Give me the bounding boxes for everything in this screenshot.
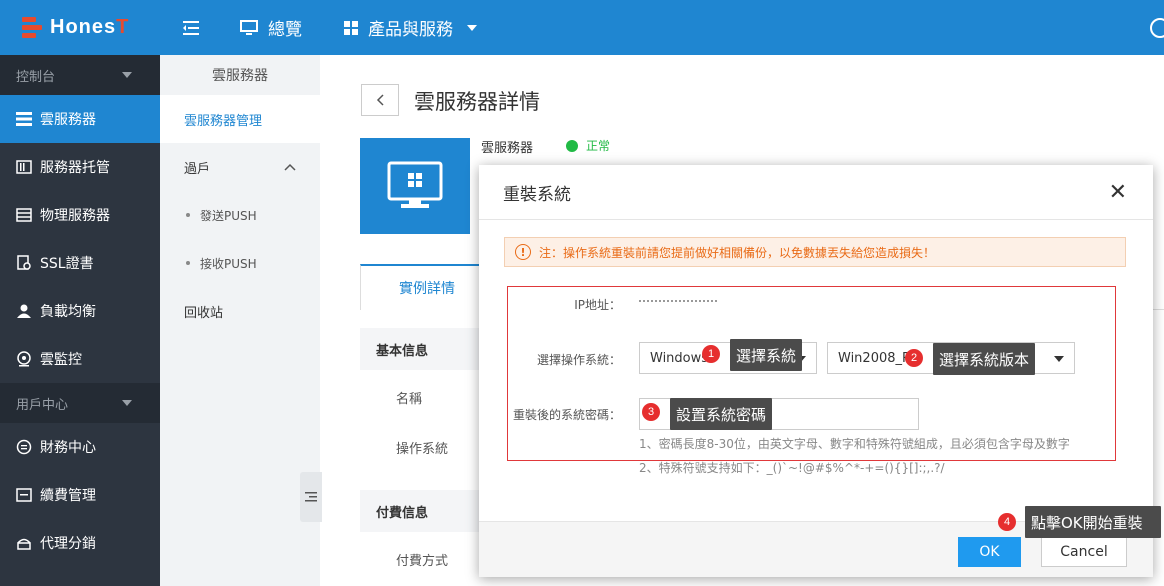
secondary-sidebar: 雲服務器 雲服務器管理 過戶 發送PUSH 接收PUSH 回收站 [160,55,320,586]
top-bar: HonesT 總覽 產品與服務 [0,0,1164,55]
subbar-item-send-push[interactable]: 發送PUSH [160,191,320,239]
close-icon[interactable]: ✕ [1109,180,1127,205]
sidebar-item-ssl[interactable]: SSL證書 [0,239,160,287]
chevron-left-icon [376,94,384,106]
sidebar-item-cloud-server[interactable]: 雲服務器 [0,95,160,143]
chevron-down-icon [467,24,477,31]
row-label-name: 名稱 [396,392,423,407]
rack-icon [16,159,32,175]
annotation-badge-4: 4 [998,513,1016,531]
sidebar-item-colocation[interactable]: 服務器托管 [0,143,160,191]
row-label-os: 操作系統 [396,442,449,457]
tab-instance-details[interactable]: 實例詳情 [360,264,494,310]
annotation-callout-2: 選擇系統版本 [933,343,1036,375]
dialog-title: 重裝系統 [503,184,571,205]
logo-text: HonesT [50,16,130,38]
chevron-down-icon [122,72,132,78]
monitor-icon [240,19,258,36]
sidebar-section-console[interactable]: 控制台 [0,55,160,95]
subbar-item-recycle-bin[interactable]: 回收站 [160,287,320,335]
table-icon [16,207,32,223]
annotation-callout-4: 點擊OK開始重裝 [1025,506,1161,538]
status-badge: 正常 [566,137,610,154]
section-payment-info: 付費信息 [360,490,490,532]
sidebar-item-renewal[interactable]: 續費管理 [0,471,160,519]
server-label: 雲服務器 [481,141,534,156]
chevron-down-icon [122,400,132,406]
subbar-item-receive-push[interactable]: 接收PUSH [160,239,320,287]
password-label: 重裝後的系統密碼： [512,408,621,422]
grid-icon [344,20,358,35]
annotation-badge-2: 2 [905,349,923,367]
sidebar-item-monitor[interactable]: 雲監控 [0,335,160,383]
back-button[interactable] [361,84,399,116]
annotation-badge-1: 1 [702,345,720,363]
cancel-button[interactable]: Cancel [1041,537,1127,567]
server-list-icon [16,111,32,127]
dialog-header: 重裝系統 ✕ [479,165,1153,220]
renew-icon [16,487,32,503]
password-hint-1: 1、密碼長度8-30位，由英文字母、數字和特殊符號組成，且必須包含字母及數字 [639,437,1070,451]
section-basic-info: 基本信息 [360,328,490,370]
subbar-title: 雲服務器 [212,68,268,84]
nav-overview[interactable]: 總覽 [240,0,302,55]
currency-icon [16,439,32,455]
nav-products[interactable]: 產品與服務 [344,0,477,55]
row-label-payment: 付費方式 [396,554,449,569]
os-label: 選擇操作系統： [536,353,621,367]
main-sidebar: 控制台 雲服務器 服務器托管 物理服務器 SSL證書 負載均衡 雲監控 用戶中心… [0,55,160,586]
menu-toggle-icon[interactable] [160,0,222,55]
eye-icon [16,351,32,367]
ip-label: IP地址： [574,298,621,312]
subbar-item-server-manage[interactable]: 雲服務器管理 [160,95,320,143]
sidebar-item-agent[interactable]: 代理分銷 [0,519,160,567]
warning-notice: ! 注：操作系統重裝前請您提前做好相關備份，以免數據丟失給您造成損失！ [504,237,1126,267]
collapse-handle-icon[interactable] [300,472,322,522]
nav-overview-label: 總覽 [268,20,302,40]
power-icon[interactable] [1150,18,1164,38]
password-hint-2: 2、特殊符號支持如下：_()`~!@#$%^*-+=(){}[]:;,.?/ [639,461,945,475]
server-thumbnail [360,138,470,234]
status-dot-icon [566,139,578,152]
annotation-badge-3: 3 [642,403,660,421]
sidebar-item-physical-server[interactable]: 物理服務器 [0,191,160,239]
logo[interactable]: HonesT [0,0,160,55]
sidebar-item-finance[interactable]: 財務中心 [0,423,160,471]
warning-icon: ! [515,244,531,260]
ok-button[interactable]: OK [958,537,1021,567]
ip-value-redacted [639,296,719,310]
annotation-callout-1: 選擇系統 [730,339,803,371]
sidebar-section-user[interactable]: 用戶中心 [0,383,160,423]
share-icon [16,535,32,551]
chevron-down-icon [1054,356,1064,362]
page-title: 雲服務器詳情 [414,90,540,114]
windows-monitor-icon [387,161,443,208]
nav-products-label: 產品與服務 [368,20,453,40]
chevron-up-icon [284,163,296,171]
logo-mark-icon [22,16,42,39]
users-icon [16,303,32,319]
sidebar-item-load-balance[interactable]: 負載均衡 [0,287,160,335]
subbar-item-transfer[interactable]: 過戶 [160,143,320,191]
certificate-icon [16,255,32,271]
annotation-callout-3: 設置系統密碼 [670,398,773,430]
